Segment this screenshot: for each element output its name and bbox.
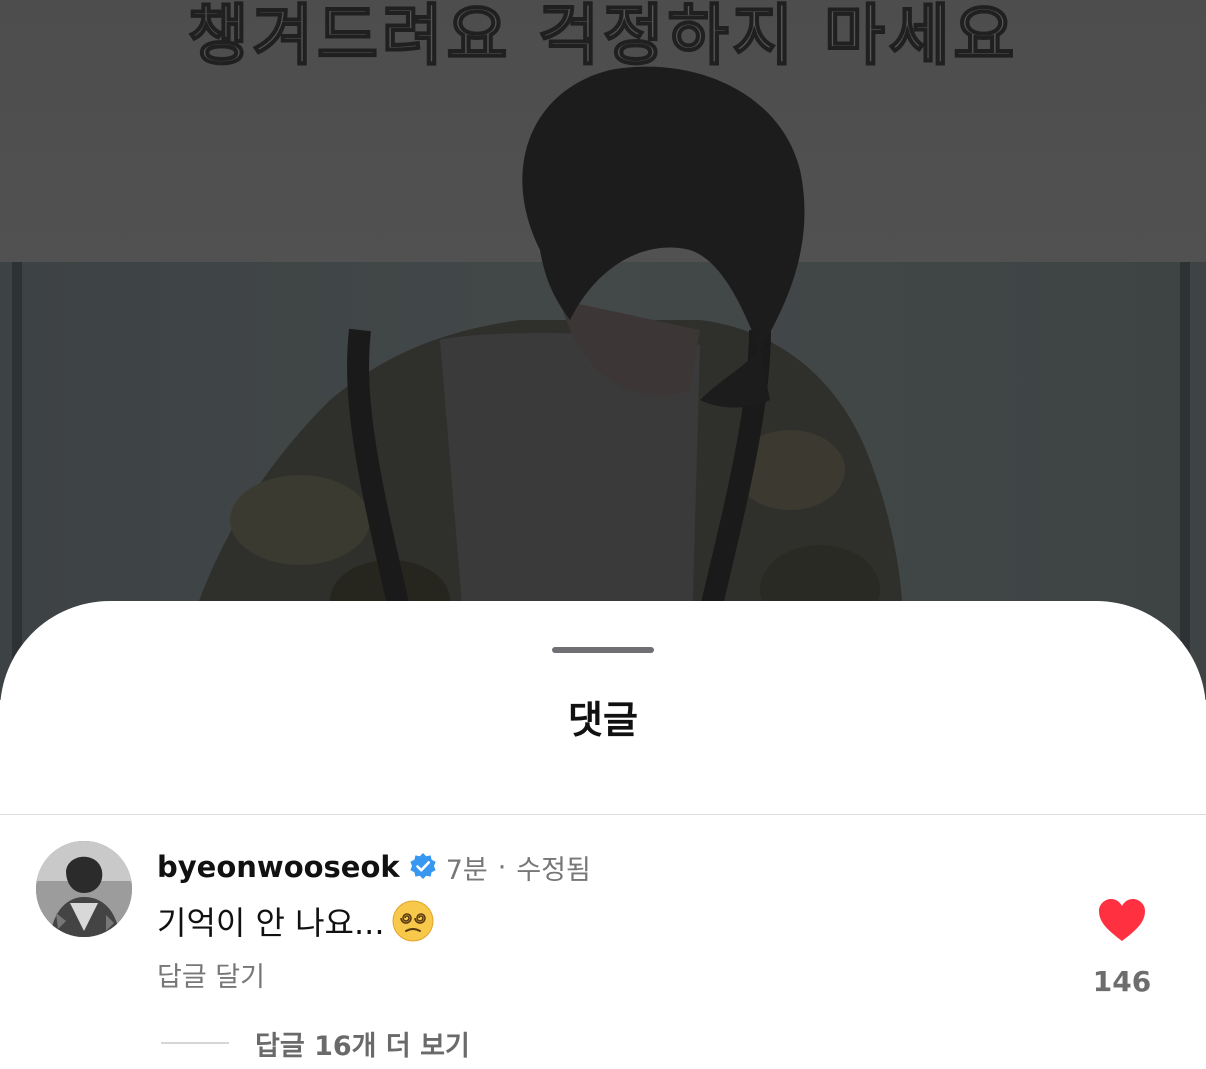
- verified-badge-icon: [410, 853, 436, 879]
- view-more-replies-button[interactable]: 답글 16개 더 보기: [161, 1021, 470, 1065]
- comment-meta: byeonwooseok 7분 · 수정됨: [157, 847, 591, 887]
- heart-filled-icon[interactable]: [1097, 897, 1147, 943]
- replies-indent-line: [161, 1042, 229, 1044]
- video-person-figure: [170, 66, 904, 700]
- sheet-drag-handle[interactable]: [552, 647, 654, 653]
- comment-time: 7분: [445, 854, 488, 886]
- meta-separator: ·: [497, 851, 507, 883]
- like-count: 146: [1092, 965, 1152, 998]
- app-screen: 챙겨드려요 걱정하지 마세요 댓글 byeonwooseok 7분 · 수정됨 …: [0, 0, 1206, 1069]
- sheet-title: 댓글: [568, 698, 638, 742]
- video-subtitle: 챙겨드려요 걱정하지 마세요: [187, 0, 1019, 75]
- video-backdrop[interactable]: 챙겨드려요 걱정하지 마세요: [0, 0, 1206, 700]
- comment-text: 기억이 안 나요...: [157, 904, 385, 942]
- avatar[interactable]: [36, 841, 132, 937]
- like-section: 146: [1092, 897, 1152, 998]
- view-more-replies-label: 답글 16개 더 보기: [255, 1030, 470, 1062]
- comment-item: byeonwooseok 7분 · 수정됨 기억이 안 나요... 답글 달기 …: [0, 815, 1206, 1069]
- comment-username[interactable]: byeonwooseok: [157, 850, 400, 884]
- reply-button[interactable]: 답글 달기: [157, 955, 265, 994]
- dizzy-face-emoji: [392, 900, 433, 942]
- comment-text-row: 기억이 안 나요...: [157, 897, 435, 945]
- comment-edited-label: 수정됨: [516, 854, 591, 886]
- avatar-image: [36, 841, 132, 937]
- comments-sheet: 댓글 byeonwooseok 7분 · 수정됨 기억이 안 나요... 답글 …: [0, 601, 1206, 1069]
